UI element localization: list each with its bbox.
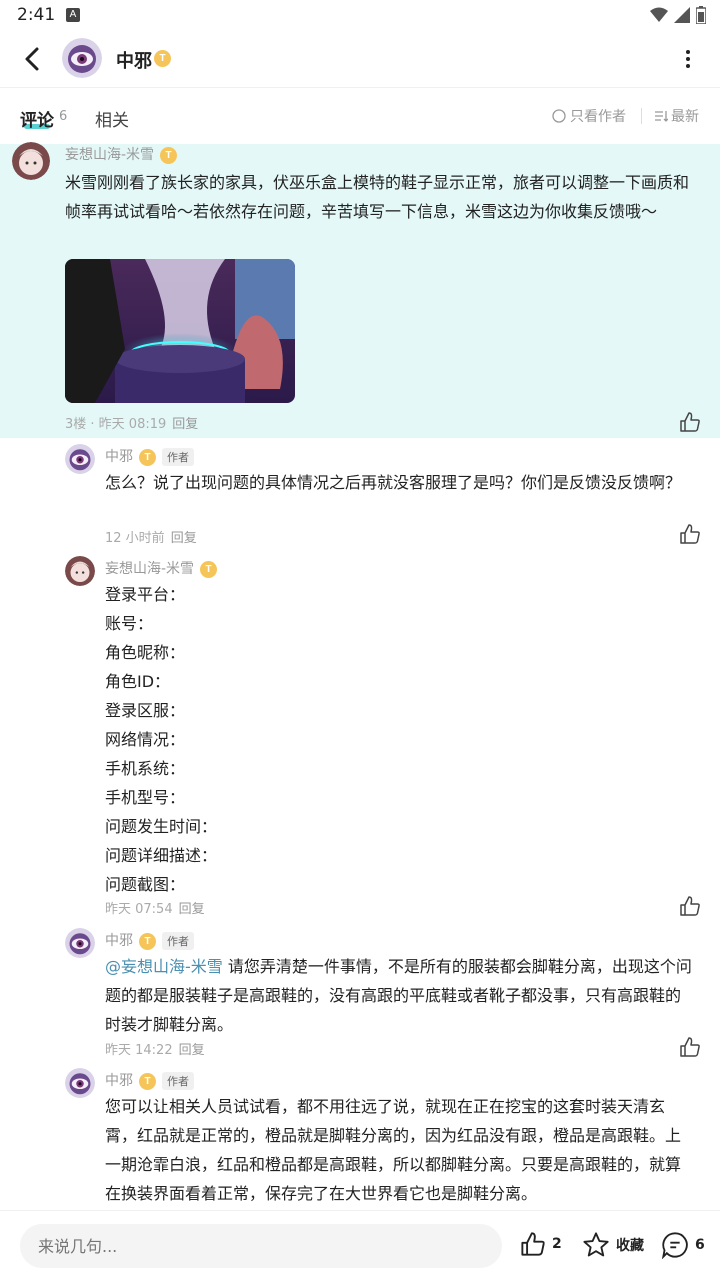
level-badge: T [139,1072,156,1090]
thumbs-up-icon[interactable] [679,523,701,545]
author-badge: 作者 [162,1072,194,1090]
reply-author[interactable]: 中邪 T 作者 [105,930,194,950]
level-badge: T [139,448,156,466]
comment-count-button[interactable]: 6 [661,1231,705,1259]
author-name: 中邪 [105,1073,133,1089]
reply-author[interactable]: 中邪 T 作者 [105,1070,194,1090]
form-line: 角色昵称： [105,643,186,662]
form-line: 问题详细描述： [105,846,218,865]
comment-time: 3楼 · 昨天 08:19 [65,417,167,432]
avatar[interactable] [65,444,95,474]
form-line: 登录区服： [105,701,186,720]
level-badge: T [160,146,178,164]
author-name: 中邪 [105,933,133,949]
tab-comments[interactable]: 评论 [20,106,54,131]
sort-latest-label: 最新 [671,109,699,125]
reply-meta: 昨天 07:54 回复 [105,898,205,917]
author-name: 中邪 [105,449,133,465]
form-line: 问题截图： [105,875,186,894]
level-badge: T [139,932,156,950]
comment-text: 米雪刚刚看了族长家的家具，伏巫乐盒上模特的鞋子显示正常，旅者可以调整一下画质和帧… [65,173,690,221]
page-title: 中邪 [116,51,152,72]
only-author-label: 只看作者 [570,109,626,125]
wifi-icon [650,7,668,22]
only-author-filter[interactable]: 只看作者 [552,106,626,126]
top-header: 中邪 T [0,30,720,88]
thumbs-up-icon[interactable] [679,411,701,433]
reply-button[interactable]: 回复 [179,902,205,917]
reply-meta: 12 小时前 回复 [105,527,197,546]
comment-bubble-icon [661,1232,688,1259]
author-badge: 作者 [162,448,194,466]
form-line: 问题发生时间： [105,817,218,836]
avatar[interactable] [65,1068,95,1098]
sort-icon [655,111,668,122]
comment-meta: 3楼 · 昨天 08:19 回复 [65,413,198,432]
form-line: 网络情况： [105,730,186,749]
collect-button[interactable]: 收藏 [582,1231,644,1259]
form-line: 手机型号： [105,788,186,807]
notification-a-icon: A [66,8,80,22]
avatar[interactable] [65,928,95,958]
thumbs-up-icon[interactable] [679,895,701,917]
mention-link[interactable]: @妄想山海-米雪 [105,957,223,976]
reply-text: 您可以让相关人员试试看，都不用往远了说，就现在正在挖宝的这套时装天清玄霄，红品就… [105,1097,682,1203]
comment-image[interactable] [65,259,295,403]
reply-time: 昨天 07:54 [105,902,173,917]
avatar[interactable] [12,142,50,180]
comment-author[interactable]: 妄想山海-米雪 T [65,144,178,164]
signal-icon [674,7,690,23]
header-avatar[interactable] [62,38,102,78]
reply-author[interactable]: 中邪 T 作者 [105,446,194,466]
form-line: 角色ID： [105,672,171,691]
tab-comments-count: 6 [59,109,68,124]
author-badge: 作者 [162,932,194,950]
thumbs-up-icon [521,1232,545,1256]
reply-button[interactable]: 回复 [179,1043,205,1058]
reply-text: 怎么？说了出现问题的具体情况之后再就没客服理了是吗？你们是反馈没反馈啊？ [105,473,682,492]
reply-meta: 昨天 14:22 回复 [105,1039,205,1058]
status-bar: 2:41 A [0,0,720,30]
status-time: 2:41 [17,5,56,25]
comment-input[interactable] [20,1224,502,1268]
star-icon [583,1232,609,1257]
collect-label: 收藏 [616,1238,644,1254]
bottom-action-bar: 2 收藏 6 [0,1210,720,1280]
more-icon[interactable] [678,48,698,70]
thumbs-up-icon[interactable] [679,1036,701,1058]
form-line: 手机系统： [105,759,186,778]
level-badge: T [154,50,171,67]
reply-author[interactable]: 妄想山海-米雪 T [105,558,218,578]
form-line: 登录平台： [105,585,186,604]
level-badge: T [200,560,218,578]
highlighted-comment: 妄想山海-米雪 T 米雪刚刚看了族长家的家具，伏巫乐盒上模特的鞋子显示正常，旅者可… [0,142,720,438]
reply-time: 昨天 14:22 [105,1043,173,1058]
reply-button[interactable]: 回复 [171,531,197,546]
avatar[interactable] [65,556,95,586]
tab-related[interactable]: 相关 [95,106,129,131]
author-name: 妄想山海-米雪 [105,561,195,577]
like-button[interactable]: 2 [520,1231,562,1257]
radio-circle-icon [552,109,566,123]
back-arrow-icon[interactable] [18,44,48,74]
form-line: 账号： [105,614,154,633]
reply-text: @妄想山海-米雪 请您弄清楚一件事情，不是所有的服装都会脚鞋分离，出现这个问题的… [105,952,695,1039]
reply-button[interactable]: 回复 [172,417,198,432]
author-name: 妄想山海-米雪 [65,147,155,163]
tab-bar: 评论 6 相关 只看作者 最新 [0,88,720,144]
reply-time: 12 小时前 [105,531,165,546]
filter-divider [641,108,642,124]
like-count: 2 [552,1236,562,1252]
reply-form-lines: 登录平台： 账号： 角色昵称： 角色ID： 登录区服： 网络情况： 手机系统： … [105,580,695,899]
sort-latest-filter[interactable]: 最新 [654,106,699,126]
status-icons [650,6,706,24]
battery-icon [696,6,706,24]
comment-count: 6 [695,1237,705,1253]
